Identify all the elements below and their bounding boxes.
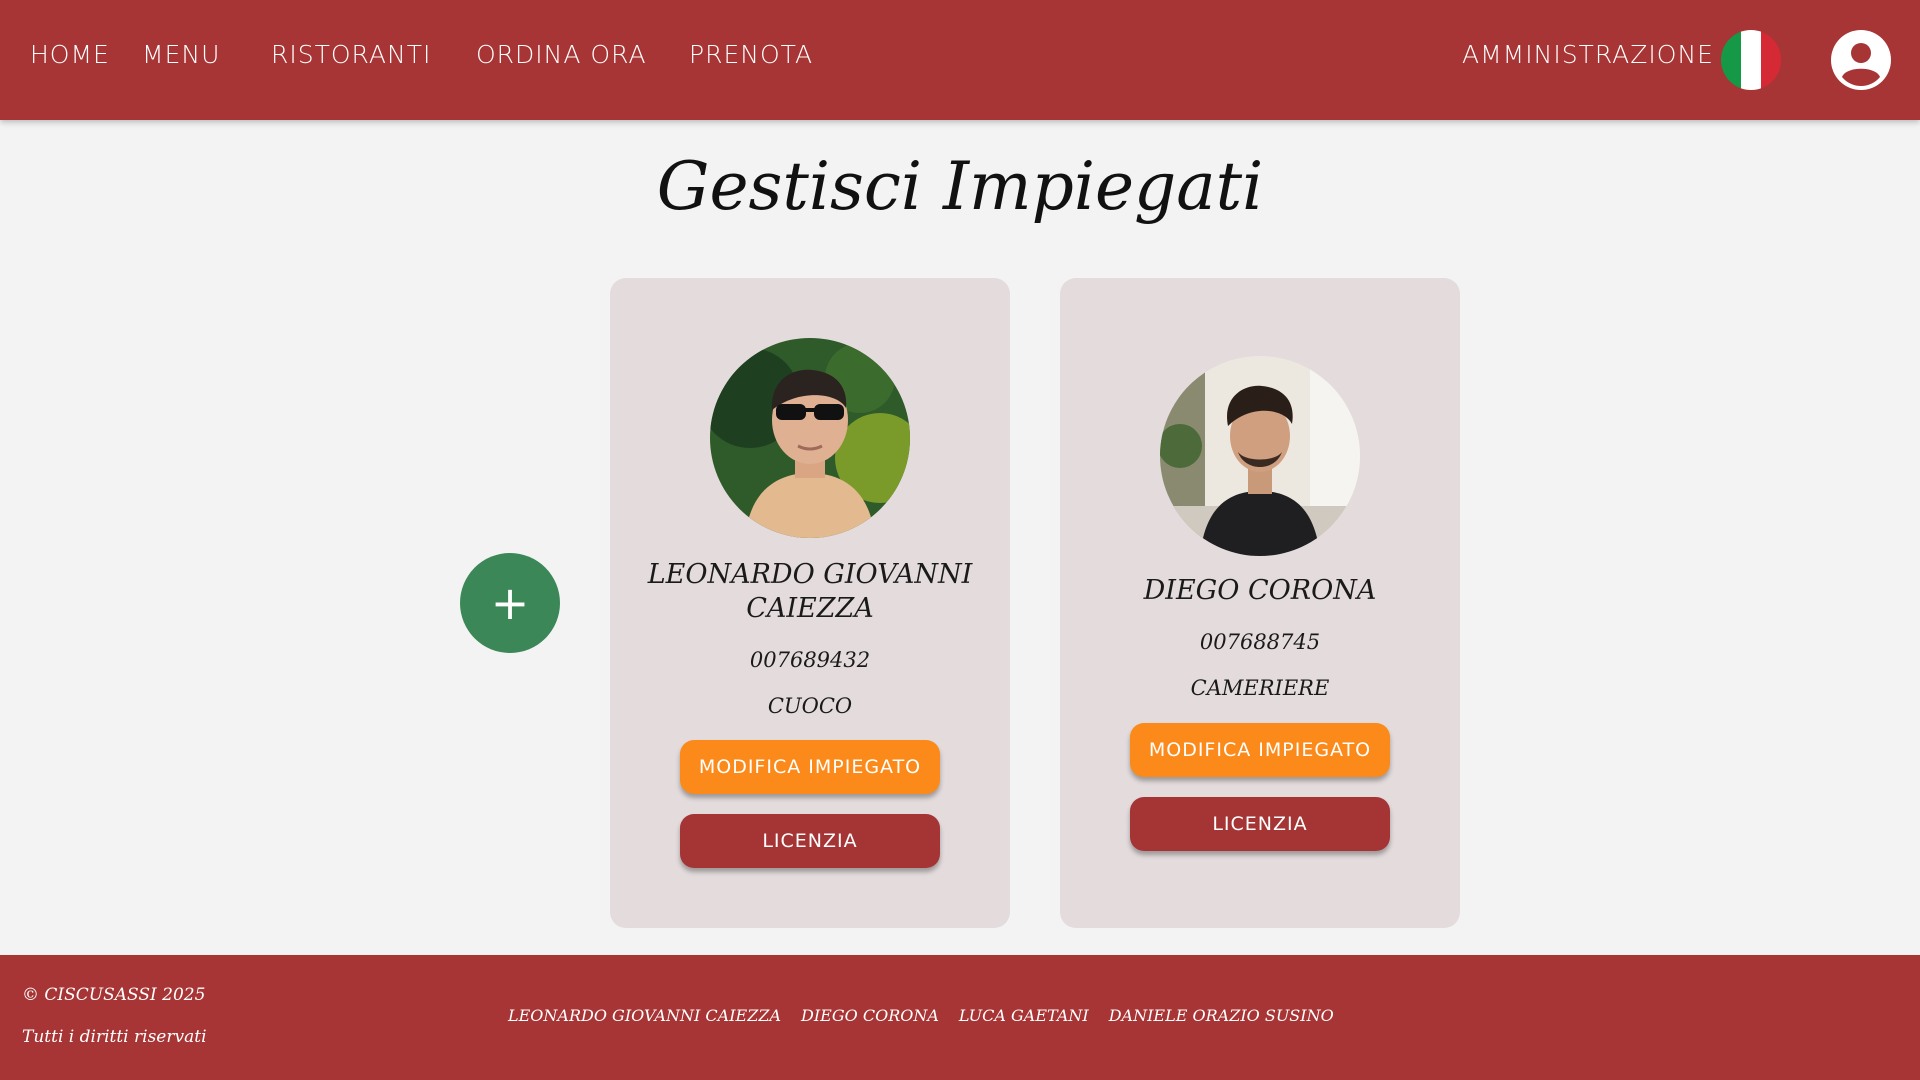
edit-employee-button[interactable]: MODIFICA IMPIEGATO <box>680 740 940 794</box>
top-navbar: HOME MENU RISTORANTI ORDINA ORA PRENOTA … <box>0 0 1920 120</box>
employee-name: LEONARDO GIOVANNI CAIEZZA <box>647 559 973 624</box>
add-employee-button[interactable]: + <box>460 553 560 653</box>
footer-authors: LEONARDO GIOVANNI CAIEZZA DIEGO CORONA L… <box>508 1006 1334 1025</box>
nav-menu[interactable]: MENU <box>142 40 220 69</box>
nav-amministrazione[interactable]: AMMINISTRAZIONE <box>1462 40 1714 69</box>
nav-ristoranti[interactable]: RISTORANTI <box>271 40 431 69</box>
employee-role: CAMERIERE <box>1190 676 1330 700</box>
employee-code: 007689432 <box>749 648 871 672</box>
footer-copyright: © CISCUSASSI 2025 <box>22 985 206 1005</box>
user-account-icon[interactable] <box>1831 30 1891 90</box>
employee-name: DIEGO CORONA <box>1143 575 1377 606</box>
footer-rights: Tutti i diritti riservati <box>22 1027 207 1047</box>
footer-author-link[interactable]: DIEGO CORONA <box>801 1006 939 1025</box>
edit-employee-button[interactable]: MODIFICA IMPIEGATO <box>1130 723 1390 777</box>
fire-employee-button[interactable]: LICENZIA <box>1130 797 1390 851</box>
nav-home[interactable]: HOME <box>30 40 110 69</box>
fire-employee-button[interactable]: LICENZIA <box>680 814 940 868</box>
employee-card: DIEGO CORONA 007688745 CAMERIERE MODIFIC… <box>1060 278 1460 928</box>
italian-flag-icon[interactable] <box>1721 30 1781 90</box>
footer-author-link[interactable]: LEONARDO GIOVANNI CAIEZZA <box>508 1006 781 1025</box>
nav-prenota[interactable]: PRENOTA <box>689 40 813 69</box>
footer-author-link[interactable]: LUCA GAETANI <box>959 1006 1089 1025</box>
footer: © CISCUSASSI 2025 Tutti i diritti riserv… <box>0 955 1920 1080</box>
employee-role: CUOCO <box>767 694 853 718</box>
employee-code: 007688745 <box>1199 630 1321 654</box>
employee-photo <box>1160 356 1360 556</box>
nav-ordina-ora[interactable]: ORDINA ORA <box>476 40 647 69</box>
employee-card: LEONARDO GIOVANNI CAIEZZA 007689432 CUOC… <box>610 278 1010 928</box>
footer-author-link[interactable]: DANIELE ORAZIO SUSINO <box>1109 1006 1334 1025</box>
page-title: Gestisci Impiegati <box>656 148 1264 225</box>
employee-photo <box>710 338 910 538</box>
